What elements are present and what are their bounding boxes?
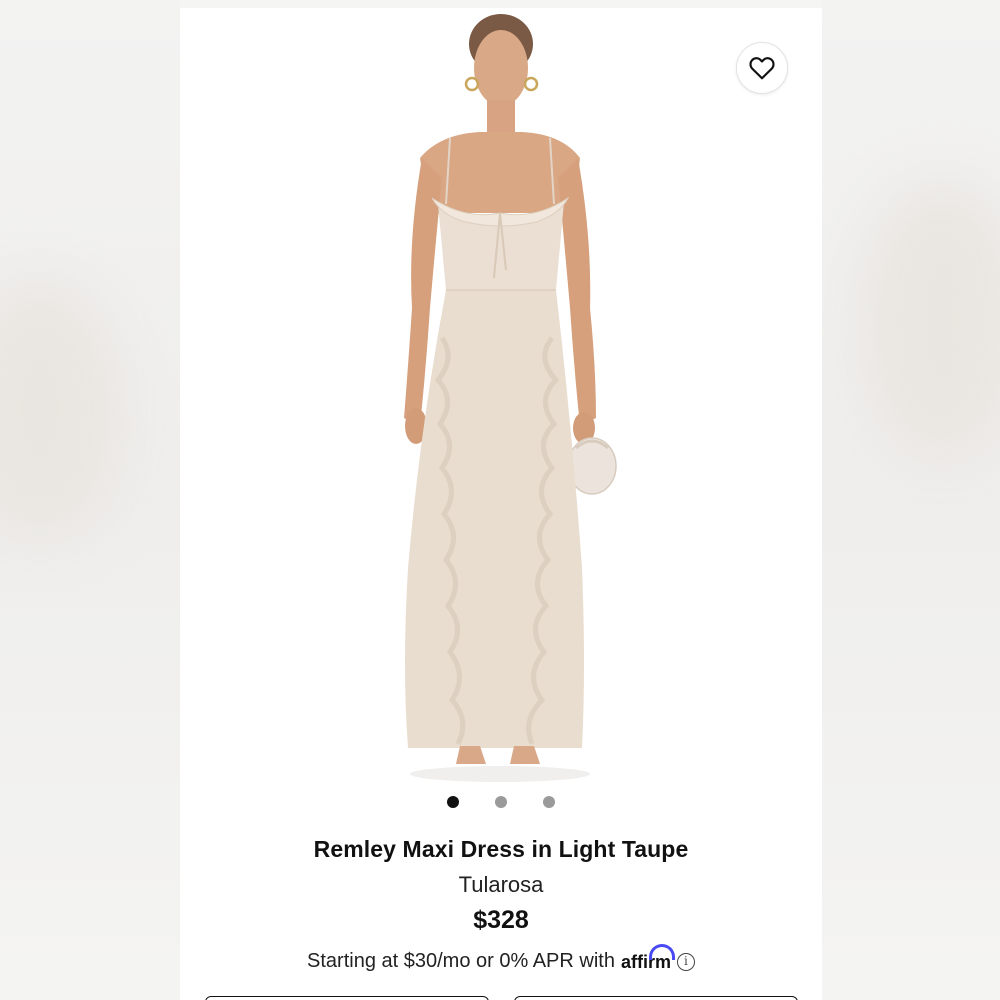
product-title: Remley Maxi Dress in Light Taupe — [313, 836, 689, 862]
gallery-dot-3[interactable] — [543, 796, 555, 808]
right-backdrop — [822, 0, 1000, 1000]
gallery-dot-2[interactable] — [495, 796, 507, 808]
heart-icon — [749, 57, 775, 80]
action-button-right[interactable] — [514, 996, 798, 1000]
affirm-arc-icon — [648, 944, 675, 960]
product-image[interactable] — [180, 8, 822, 788]
info-icon[interactable]: i — [676, 952, 695, 971]
left-backdrop — [0, 0, 180, 1000]
favorite-button[interactable] — [736, 42, 788, 94]
action-button-left[interactable] — [205, 996, 489, 1000]
product-card: Remley Maxi Dress in Light Taupe Tularos… — [180, 8, 822, 1000]
model-in-dress-image — [404, 14, 617, 782]
backdrop-blur — [862, 180, 1000, 460]
product-price: $328 — [473, 906, 529, 934]
brand-name[interactable]: Tularosa — [180, 872, 822, 898]
gallery-pagination — [180, 796, 822, 808]
gallery-dot-1[interactable] — [447, 796, 459, 808]
affirm-logo: affirm — [621, 944, 675, 973]
backdrop-blur — [0, 280, 120, 540]
financing-line: Starting at $30/mo or 0% APR with affirm… — [180, 944, 822, 973]
financing-text: Starting at $30/mo or 0% APR with — [307, 950, 615, 972]
